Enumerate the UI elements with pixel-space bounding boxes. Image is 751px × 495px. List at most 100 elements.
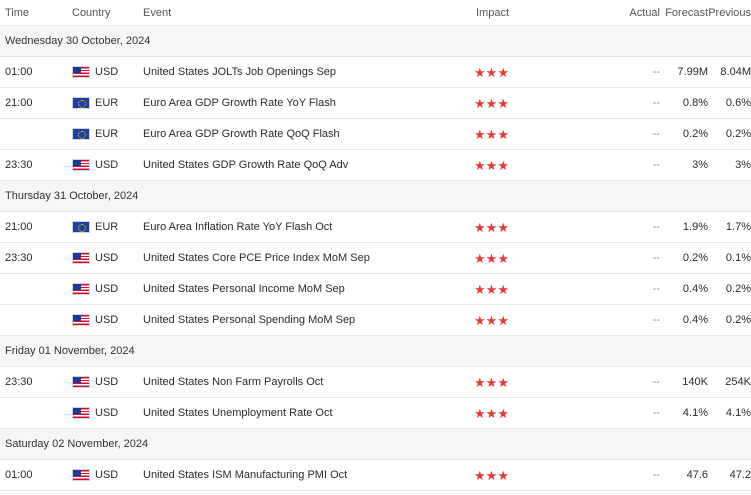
impact-rating: ★ ★ ★ xyxy=(474,314,544,327)
header-country[interactable]: Country xyxy=(72,7,143,19)
previous-value: 0.2% xyxy=(725,128,751,140)
actual-value: -- xyxy=(652,283,660,295)
previous-value: 0.6% xyxy=(725,97,751,109)
star-icon: ★ xyxy=(485,250,498,266)
actual-value: -- xyxy=(652,407,660,419)
star-icon: ★ xyxy=(485,157,498,173)
eu-flag-icon xyxy=(72,221,90,233)
currency-code: USD xyxy=(95,252,119,264)
table-row[interactable]: 01:00 USD United States ISM Manufacturing … xyxy=(0,460,751,491)
star-icon: ★ xyxy=(474,219,486,235)
previous-value: 0.2% xyxy=(725,283,751,295)
currency-code: USD xyxy=(95,66,119,78)
star-icon: ★ xyxy=(485,219,498,235)
table-row[interactable]: 21:00 EUR Euro Area Inflation Rate YoY Fla… xyxy=(0,212,751,243)
table-row[interactable]: 01:00 USD United States JOLTs Job Openings… xyxy=(0,57,751,88)
event-country: USD xyxy=(72,376,143,388)
date-group-header: Friday 01 November, 2024 xyxy=(0,336,751,367)
previous-value: 47.2 xyxy=(729,469,751,481)
currency-code: EUR xyxy=(95,128,119,140)
actual-value: -- xyxy=(652,376,660,388)
table-row[interactable]: 23:30 USD United States Non Farm Payrolls … xyxy=(0,367,751,398)
event-country: USD xyxy=(72,283,143,295)
actual-value: -- xyxy=(652,97,660,109)
event-time: 21:00 xyxy=(5,97,33,109)
table-row[interactable]: USD United States Personal Income MoM Sep… xyxy=(0,274,751,305)
table-row[interactable]: USD United States Personal Spending MoM S… xyxy=(0,305,751,336)
impact-rating: ★ ★ ★ xyxy=(474,376,544,389)
currency-code: USD xyxy=(95,159,119,171)
event-name[interactable]: United States Personal Spending MoM Sep xyxy=(143,314,474,326)
header-actual[interactable]: Actual xyxy=(544,7,660,19)
forecast-value: 3% xyxy=(692,159,708,171)
star-icon: ★ xyxy=(497,312,509,328)
star-icon: ★ xyxy=(485,64,498,80)
event-country: USD xyxy=(72,469,143,481)
forecast-value: 0.8% xyxy=(682,97,708,109)
forecast-value: 0.4% xyxy=(682,314,708,326)
event-country: EUR xyxy=(72,221,143,233)
star-icon: ★ xyxy=(485,281,498,297)
star-icon: ★ xyxy=(497,405,509,421)
star-icon: ★ xyxy=(497,95,509,111)
actual-value: -- xyxy=(652,314,660,326)
us-flag-icon xyxy=(72,66,90,78)
currency-code: EUR xyxy=(95,221,119,233)
header-event[interactable]: Event xyxy=(143,7,474,19)
star-icon: ★ xyxy=(474,374,486,390)
star-icon: ★ xyxy=(497,374,509,390)
previous-value: 4.1% xyxy=(725,407,751,419)
previous-value: 3% xyxy=(735,159,751,171)
event-country: USD xyxy=(72,159,143,171)
actual-value: -- xyxy=(652,252,660,264)
star-icon: ★ xyxy=(474,250,486,266)
table-row[interactable]: 23:30 USD United States GDP Growth Rate Qo… xyxy=(0,150,751,181)
event-name[interactable]: United States JOLTs Job Openings Sep xyxy=(143,66,474,78)
actual-value: -- xyxy=(652,469,660,481)
event-name[interactable]: United States Non Farm Payrolls Oct xyxy=(143,376,474,388)
header-previous[interactable]: Previous xyxy=(708,7,751,19)
currency-code: EUR xyxy=(95,97,119,109)
star-icon: ★ xyxy=(497,219,509,235)
event-country: USD xyxy=(72,66,143,78)
impact-rating: ★ ★ ★ xyxy=(474,97,544,110)
forecast-value: 47.6 xyxy=(686,469,708,481)
forecast-value: 0.2% xyxy=(682,128,708,140)
event-name[interactable]: United States Personal Income MoM Sep xyxy=(143,283,474,295)
currency-code: USD xyxy=(95,469,119,481)
previous-value: 1.7% xyxy=(725,221,751,233)
currency-code: USD xyxy=(95,376,119,388)
actual-value: -- xyxy=(652,66,660,78)
header-forecast[interactable]: Forecast xyxy=(660,7,708,19)
event-name[interactable]: Euro Area Inflation Rate YoY Flash Oct xyxy=(143,221,474,233)
event-name[interactable]: Euro Area GDP Growth Rate QoQ Flash xyxy=(143,128,474,140)
currency-code: USD xyxy=(95,314,119,326)
forecast-value: 0.4% xyxy=(682,283,708,295)
header-time[interactable]: Time xyxy=(0,7,72,19)
event-name[interactable]: United States ISM Manufacturing PMI Oct xyxy=(143,469,474,481)
table-row[interactable]: EUR Euro Area GDP Growth Rate QoQ Flash ★ ★… xyxy=(0,119,751,150)
event-country: EUR xyxy=(72,128,143,140)
event-name[interactable]: Euro Area GDP Growth Rate YoY Flash xyxy=(143,97,474,109)
forecast-value: 140K xyxy=(682,376,708,388)
previous-value: 0.2% xyxy=(725,314,751,326)
star-icon: ★ xyxy=(485,312,498,328)
forecast-value: 7.99M xyxy=(677,66,708,78)
header-impact[interactable]: Impact xyxy=(474,7,544,19)
impact-rating: ★ ★ ★ xyxy=(474,66,544,79)
table-row[interactable]: 21:00 EUR Euro Area GDP Growth Rate YoY Fl… xyxy=(0,88,751,119)
economic-calendar: Time Country Event Impact Actual Forecas… xyxy=(0,0,751,491)
impact-rating: ★ ★ ★ xyxy=(474,221,544,234)
event-name[interactable]: United States Core PCE Price Index MoM S… xyxy=(143,252,474,264)
us-flag-icon xyxy=(72,376,90,388)
star-icon: ★ xyxy=(474,281,486,297)
event-name[interactable]: United States Unemployment Rate Oct xyxy=(143,407,474,419)
event-name[interactable]: United States GDP Growth Rate QoQ Adv xyxy=(143,159,474,171)
star-icon: ★ xyxy=(497,250,509,266)
table-body: Wednesday 30 October, 2024 01:00 USD United… xyxy=(0,26,751,491)
forecast-value: 0.2% xyxy=(682,252,708,264)
table-row[interactable]: USD United States Unemployment Rate Oct ★ ★… xyxy=(0,398,751,429)
event-time: 23:30 xyxy=(5,159,33,171)
impact-rating: ★ ★ ★ xyxy=(474,159,544,172)
table-row[interactable]: 23:30 USD United States Core PCE Price Ind… xyxy=(0,243,751,274)
